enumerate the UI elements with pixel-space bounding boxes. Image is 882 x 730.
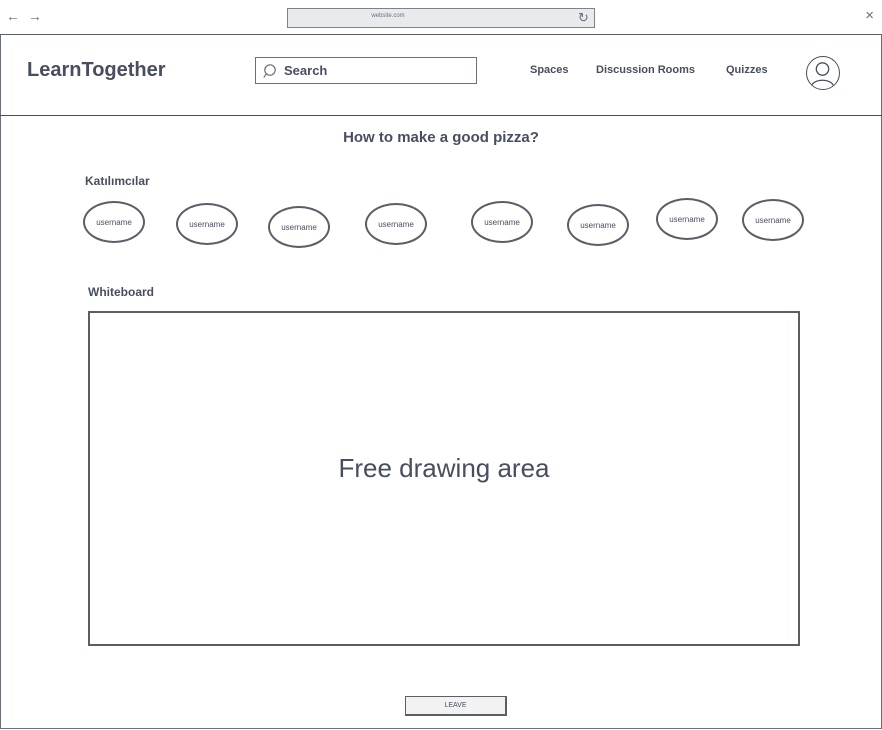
app-header: LearnTogether Search Spaces Discussion R… — [0, 35, 882, 116]
participants-heading: Katılımcılar — [85, 174, 150, 188]
address-bar[interactable]: website.com ↻ — [287, 8, 595, 28]
search-icon — [263, 64, 276, 78]
participant-avatar[interactable]: username — [471, 201, 533, 243]
participant-avatar[interactable]: username — [176, 203, 238, 245]
participant-avatar[interactable]: username — [365, 203, 427, 245]
participant-avatar[interactable]: username — [268, 206, 330, 248]
user-silhouette-icon — [810, 62, 835, 88]
nav-discussion-rooms[interactable]: Discussion Rooms — [596, 64, 695, 76]
leave-button[interactable]: LEAVE — [405, 696, 507, 716]
nav-arrows: ← → — [6, 8, 44, 24]
search-placeholder: Search — [284, 63, 328, 78]
search-input[interactable]: Search — [255, 57, 477, 84]
participant-avatar[interactable]: username — [83, 201, 145, 243]
reload-icon[interactable]: ↻ — [578, 10, 589, 26]
whiteboard-placeholder: Free drawing area — [338, 453, 550, 483]
user-avatar-icon[interactable] — [806, 56, 840, 90]
participant-avatar[interactable]: username — [567, 204, 629, 246]
page-title: How to make a good pizza? — [343, 129, 539, 146]
forward-arrow-icon[interactable]: → — [28, 8, 44, 24]
nav-quizzes[interactable]: Quizzes — [726, 64, 768, 76]
whiteboard-canvas[interactable]: Free drawing area — [88, 311, 800, 646]
back-arrow-icon[interactable]: ← — [6, 8, 22, 24]
app-logo[interactable]: LearnTogether — [27, 59, 166, 82]
participant-avatar[interactable]: username — [742, 199, 804, 241]
whiteboard-heading: Whiteboard — [88, 285, 154, 299]
nav-spaces[interactable]: Spaces — [530, 64, 569, 76]
close-icon[interactable]: × — [865, 7, 874, 24]
browser-toolbar: ← → website.com ↻ × — [0, 0, 882, 35]
participant-avatar[interactable]: username — [656, 198, 718, 240]
url-text: website.com — [371, 13, 405, 19]
